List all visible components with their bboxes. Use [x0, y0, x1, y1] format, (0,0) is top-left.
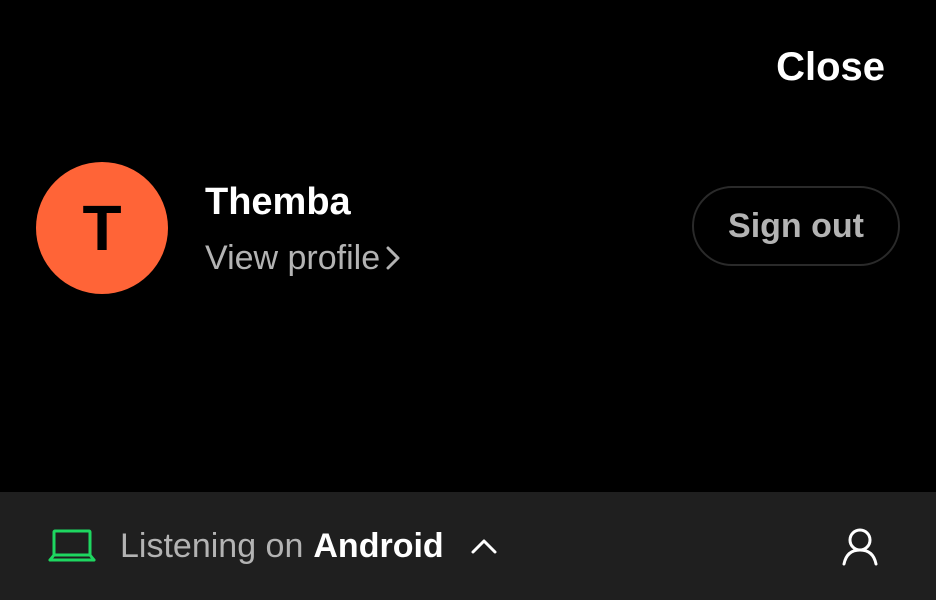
- view-profile-link[interactable]: View profile: [205, 236, 402, 280]
- chevron-up-icon: [471, 539, 497, 554]
- chevron-right-icon: [386, 246, 400, 270]
- user-name: Themba: [205, 181, 351, 223]
- view-profile-label: View profile: [205, 239, 381, 277]
- device-name: Android: [313, 526, 444, 565]
- avatar[interactable]: T: [36, 162, 168, 294]
- listening-on-label: Listening on: [120, 526, 304, 565]
- close-button[interactable]: Close: [776, 44, 885, 90]
- device-picker[interactable]: Listening on Android: [48, 492, 498, 600]
- user-icon[interactable]: [840, 526, 880, 566]
- now-playing-device-bar: Listening on Android: [0, 492, 936, 600]
- avatar-initial: T: [82, 192, 122, 264]
- profile-row: T Themba View profile Sign out: [36, 162, 900, 294]
- sign-out-button[interactable]: Sign out: [692, 186, 900, 266]
- laptop-icon: [48, 529, 96, 562]
- account-sheet: Close T Themba View profile Sign out Lis…: [0, 0, 936, 600]
